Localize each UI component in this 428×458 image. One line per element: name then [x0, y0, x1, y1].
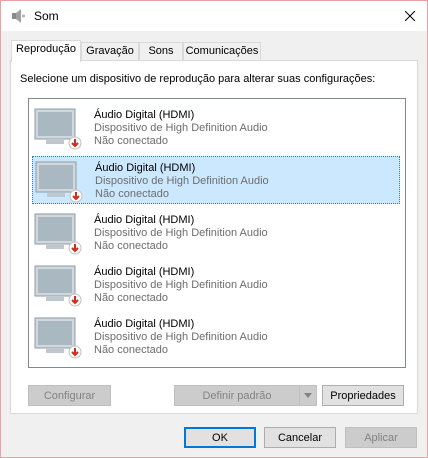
speaker-icon — [12, 9, 25, 23]
monitor-disconnected-icon — [34, 108, 82, 150]
title-bar: Som — [1, 1, 427, 31]
tab-gravacao[interactable]: Gravação — [81, 42, 139, 61]
tab-reproducao[interactable]: Reprodução — [11, 40, 81, 62]
device-item[interactable]: Áudio Digital (HDMI) Dispositivo de High… — [32, 209, 400, 257]
monitor-disconnected-icon — [34, 213, 82, 255]
close-button[interactable] — [393, 1, 427, 31]
device-description: Dispositivo de High Definition Audio — [94, 279, 268, 291]
close-icon — [405, 11, 415, 21]
cancel-button[interactable]: Cancelar — [264, 427, 336, 448]
device-item[interactable]: Áudio Digital (HDMI) Dispositivo de High… — [32, 313, 400, 361]
device-name: Áudio Digital (HDMI) — [94, 109, 195, 121]
device-description: Dispositivo de High Definition Audio — [94, 227, 268, 239]
device-name: Áudio Digital (HDMI) — [94, 266, 195, 278]
device-description: Dispositivo de High Definition Audio — [94, 122, 268, 134]
device-item[interactable]: Áudio Digital (HDMI) Dispositivo de High… — [32, 104, 400, 152]
device-name: Áudio Digital (HDMI) — [94, 214, 195, 226]
device-description: Dispositivo de High Definition Audio — [94, 331, 268, 343]
device-status: Não conectado — [94, 135, 168, 147]
device-description: Dispositivo de High Definition Audio — [95, 175, 269, 187]
device-item-selected[interactable]: Áudio Digital (HDMI) Dispositivo de High… — [32, 156, 400, 204]
monitor-disconnected-icon — [34, 265, 82, 307]
sound-dialog: Som Reprodução Gravação Sons Comunicaçõe… — [0, 0, 428, 458]
chevron-down-icon — [304, 393, 312, 398]
device-name: Áudio Digital (HDMI) — [95, 162, 196, 174]
monitor-disconnected-icon — [35, 161, 83, 203]
device-name: Áudio Digital (HDMI) — [94, 318, 195, 330]
device-status: Não conectado — [94, 344, 168, 356]
configure-button[interactable]: Configurar — [28, 385, 111, 406]
instruction-text: Selecione um dispositivo de reprodução p… — [20, 73, 376, 85]
window-title: Som — [34, 9, 59, 23]
device-status: Não conectado — [94, 292, 168, 304]
playback-panel: Selecione um dispositivo de reprodução p… — [10, 60, 418, 414]
set-default-dropdown[interactable] — [299, 385, 317, 406]
device-item[interactable]: Áudio Digital (HDMI) Dispositivo de High… — [32, 261, 400, 309]
properties-button[interactable]: Propriedades — [322, 385, 404, 406]
ok-button[interactable]: OK — [184, 427, 256, 448]
device-status: Não conectado — [95, 188, 169, 200]
device-list[interactable]: Áudio Digital (HDMI) Dispositivo de High… — [28, 98, 406, 368]
device-status: Não conectado — [94, 240, 168, 252]
apply-button[interactable]: Aplicar — [345, 427, 417, 448]
monitor-disconnected-icon — [34, 317, 82, 359]
dialog-client: Reprodução Gravação Sons Comunicações Se… — [1, 31, 427, 457]
tab-comunicacoes[interactable]: Comunicações — [183, 42, 261, 61]
set-default-button[interactable]: Definir padrão — [174, 385, 300, 406]
tab-sons[interactable]: Sons — [139, 42, 183, 61]
